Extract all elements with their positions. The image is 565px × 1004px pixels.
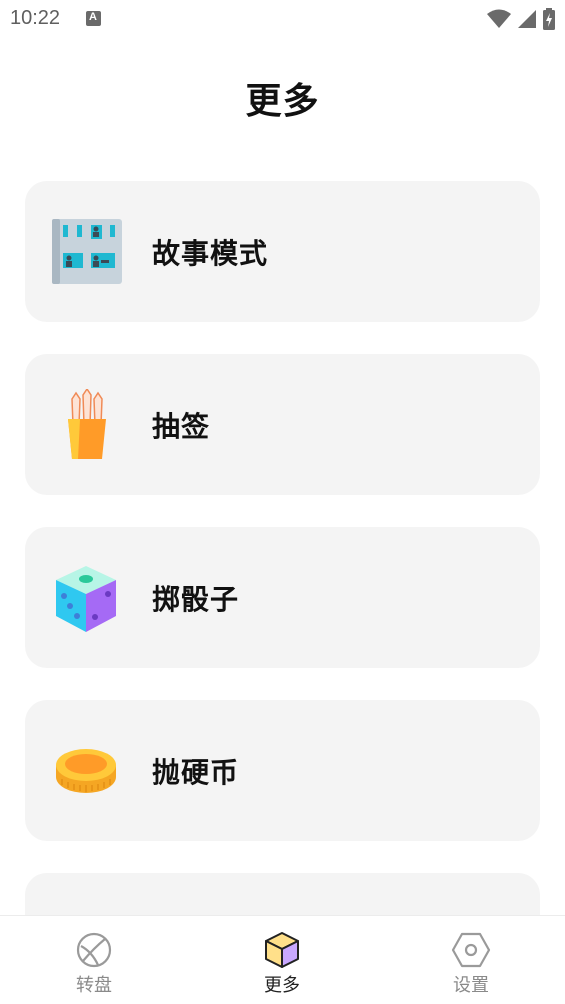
nav-item-settings[interactable]: 设置	[377, 916, 565, 1004]
dice-card[interactable]: 掷骰子	[25, 527, 540, 668]
nav-label: 转盘	[76, 975, 112, 996]
nav-item-wheel[interactable]: 转盘	[0, 916, 188, 1004]
wifi-icon	[487, 9, 511, 28]
menu-list: 故事模式 抽签 掷骰子 抛硬币	[25, 181, 540, 1004]
story-mode-card[interactable]: 故事模式	[25, 181, 540, 322]
bottom-nav: 转盘 更多 设置	[0, 915, 565, 1004]
coin-flip-card[interactable]: 抛硬币	[25, 700, 540, 841]
card-label: 掷骰子	[152, 583, 240, 616]
nav-item-more[interactable]: 更多	[188, 916, 376, 1004]
a-letter-icon: A	[86, 11, 101, 26]
screen: 10:22 A 更多 故事模式 抽签 掷骰子 抛硬币 转盘 更多 设置	[0, 0, 565, 1004]
nav-label: 设置	[453, 975, 489, 996]
page-title: 更多	[245, 81, 320, 122]
card-label: 抽签	[152, 410, 211, 443]
status-icons	[487, 8, 555, 30]
cube-icon	[262, 930, 302, 970]
nav-label: 更多	[264, 975, 300, 996]
draw-lots-card[interactable]: 抽签	[25, 354, 540, 495]
card-label: 故事模式	[152, 237, 269, 270]
signal-icon	[518, 10, 536, 28]
lottery-sticks-icon	[50, 387, 122, 461]
status-time: 10:22	[10, 7, 61, 29]
settings-hexagon-icon	[451, 930, 491, 970]
story-board-icon	[50, 216, 122, 288]
dice-icon	[50, 562, 122, 634]
wheel-icon	[74, 930, 114, 970]
battery-charging-icon	[543, 8, 555, 30]
coin-icon	[50, 735, 122, 807]
status-bar: 10:22 A	[0, 0, 565, 38]
card-label: 抛硬币	[152, 756, 240, 789]
